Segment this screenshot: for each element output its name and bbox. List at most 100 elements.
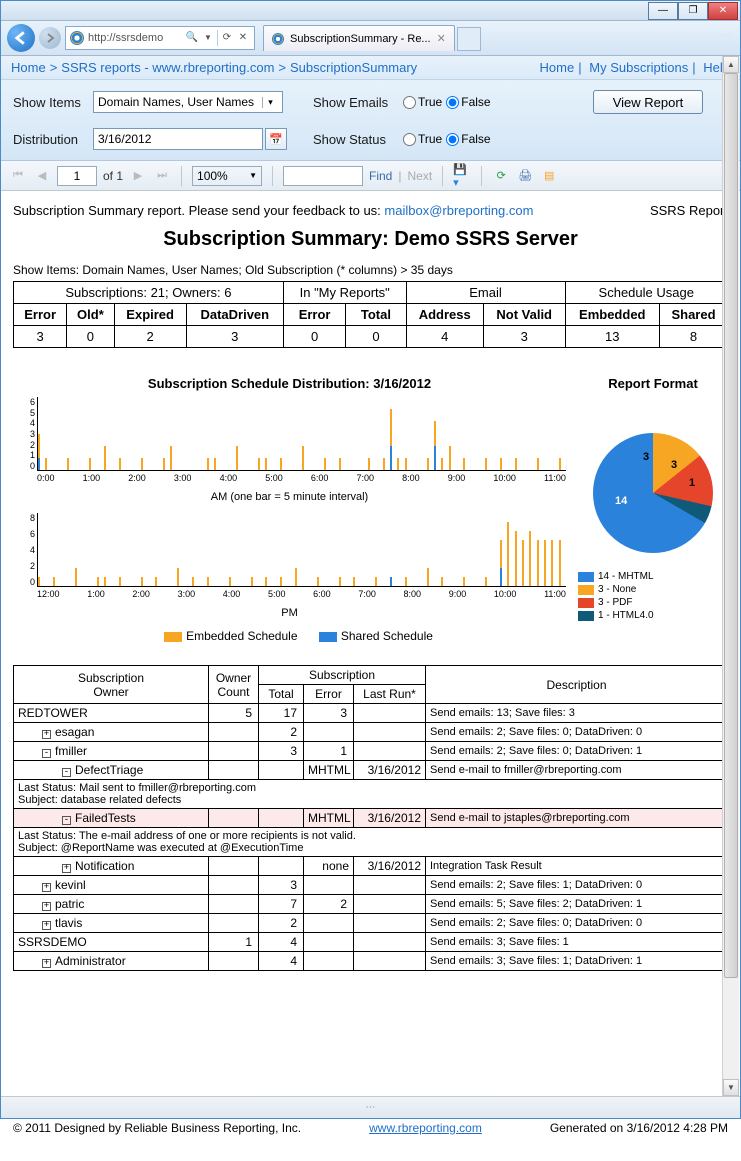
summary-val: 3 xyxy=(483,326,565,348)
show-status-false-radio[interactable] xyxy=(446,133,459,146)
browser-tab[interactable]: SubscriptionSummary - Re... ✕ xyxy=(263,25,455,51)
error-cell xyxy=(304,952,354,971)
expand-toggle[interactable]: - xyxy=(42,749,51,758)
breadcrumb-home[interactable]: Home xyxy=(11,60,46,75)
expand-toggle[interactable]: + xyxy=(42,883,51,892)
summary-val: 8 xyxy=(660,326,728,348)
summary-group-subscriptions: Subscriptions: 21; Owners: 6 xyxy=(14,282,284,304)
pie-legend-item: 3 - PDF xyxy=(578,597,728,608)
show-emails-true-radio[interactable] xyxy=(403,96,416,109)
summary-val: 4 xyxy=(406,326,483,348)
stop-icon[interactable]: ✕ xyxy=(236,30,250,44)
show-emails-false-radio[interactable] xyxy=(446,96,459,109)
pie-legend-item: 3 - None xyxy=(578,584,728,595)
show-status-true-radio[interactable] xyxy=(403,133,416,146)
error-cell xyxy=(304,914,354,933)
bar xyxy=(500,458,502,470)
last-run-cell xyxy=(354,933,426,952)
bar xyxy=(317,577,319,586)
feedback-text: Subscription Summary report. Please send… xyxy=(13,203,533,218)
bar xyxy=(97,577,99,586)
pie-slice-label: 1 xyxy=(689,477,695,489)
breadcrumb-report[interactable]: SubscriptionSummary xyxy=(290,60,417,75)
url-text: http://ssrsdemo xyxy=(88,32,163,44)
back-button[interactable] xyxy=(7,24,35,52)
expand-toggle[interactable]: + xyxy=(42,902,51,911)
forward-button[interactable] xyxy=(39,27,61,49)
search-icon[interactable]: 🔍 xyxy=(185,30,199,44)
next-page-button[interactable]: ▶ xyxy=(129,167,147,185)
summary-col: Expired xyxy=(114,304,186,326)
bar xyxy=(280,577,282,586)
zoom-dropdown[interactable]: 100%▼ xyxy=(192,166,262,186)
owner-cell: +Administrator xyxy=(14,952,209,971)
summary-col: Old* xyxy=(67,304,114,326)
prev-page-button[interactable]: ◀ xyxy=(33,167,51,185)
address-bar[interactable]: http://ssrsdemo 🔍 ▼ ⟳ ✕ xyxy=(65,26,255,50)
feed-icon[interactable]: ▤ xyxy=(540,167,558,185)
tab-close-button[interactable]: ✕ xyxy=(437,32,446,45)
total-cell: 17 xyxy=(259,704,304,723)
error-cell: 2 xyxy=(304,895,354,914)
tools-gear-icon[interactable]: ⚙ xyxy=(718,30,734,46)
bar xyxy=(353,577,355,586)
last-run-cell xyxy=(354,895,426,914)
bar xyxy=(537,458,539,470)
first-page-button[interactable]: ⏮ xyxy=(9,167,27,185)
distribution-date-input[interactable] xyxy=(93,128,263,150)
refresh-report-icon[interactable]: ⟳ xyxy=(492,167,510,185)
feedback-email-link[interactable]: mailbox@rbreporting.com xyxy=(384,203,533,218)
last-run-cell xyxy=(354,952,426,971)
refresh-icon[interactable]: ⟳ xyxy=(220,30,234,44)
calendar-icon[interactable]: 📅 xyxy=(265,128,287,150)
scroll-thumb[interactable] xyxy=(724,73,738,978)
summary-col: Embedded xyxy=(565,304,660,326)
expand-toggle[interactable]: - xyxy=(62,816,71,825)
favorites-icon[interactable]: ☆ xyxy=(694,30,710,46)
find-input[interactable] xyxy=(283,166,363,186)
print-icon[interactable]: 🖨 xyxy=(516,167,534,185)
bar xyxy=(104,577,106,586)
export-icon[interactable]: 💾▾ xyxy=(453,167,471,185)
window-close-button[interactable]: ✕ xyxy=(708,2,738,20)
expand-toggle[interactable]: + xyxy=(62,864,71,873)
vertical-scrollbar[interactable]: ▲ ▼ xyxy=(722,56,739,1096)
nav-home-link[interactable]: Home xyxy=(540,60,575,75)
expand-toggle[interactable]: - xyxy=(62,768,71,777)
window-maximize-button[interactable]: ❐ xyxy=(678,2,708,20)
home-icon[interactable]: ⌂ xyxy=(670,30,686,46)
expand-toggle[interactable]: + xyxy=(42,730,51,739)
expand-toggle[interactable]: + xyxy=(42,959,51,968)
window-minimize-button[interactable]: — xyxy=(648,2,678,20)
find-button[interactable]: Find xyxy=(369,169,392,183)
owner-name: tlavis xyxy=(55,916,82,930)
scroll-up-button[interactable]: ▲ xyxy=(723,56,739,73)
breadcrumb-folder[interactable]: SSRS reports - www.rbreporting.com xyxy=(61,60,274,75)
show-items-dropdown[interactable]: Domain Names, User Names▾ xyxy=(93,91,283,113)
count-cell xyxy=(209,914,259,933)
parameters-panel: Show Items Domain Names, User Names▾ Sho… xyxy=(1,80,740,161)
view-report-button[interactable]: View Report xyxy=(593,90,703,114)
bar xyxy=(405,577,407,586)
expand-toggle[interactable]: + xyxy=(42,921,51,930)
error-cell: none xyxy=(304,857,354,876)
dropdown-icon[interactable]: ▼ xyxy=(201,30,215,44)
last-page-button[interactable]: ⏭ xyxy=(153,167,171,185)
new-tab-button[interactable] xyxy=(457,27,481,51)
page-number-input[interactable] xyxy=(57,166,97,186)
find-next-button[interactable]: Next xyxy=(407,169,432,183)
owner-cell: REDTOWER xyxy=(14,704,209,723)
owner-cell: -FailedTests xyxy=(14,809,209,828)
summary-group-email: Email xyxy=(406,282,565,304)
description-cell: Integration Task Result xyxy=(426,857,728,876)
bar xyxy=(229,577,231,586)
pie-slice-label: 3 xyxy=(643,451,649,463)
footer-link[interactable]: www.rbreporting.com xyxy=(369,1121,482,1135)
description-cell: Send emails: 2; Save files: 0; DataDrive… xyxy=(426,723,728,742)
col-description: Description xyxy=(426,666,728,704)
scroll-down-button[interactable]: ▼ xyxy=(723,1079,739,1096)
nav-my-subscriptions-link[interactable]: My Subscriptions xyxy=(589,60,688,75)
summary-val: 2 xyxy=(114,326,186,348)
bar xyxy=(67,458,69,470)
bar xyxy=(500,568,502,586)
